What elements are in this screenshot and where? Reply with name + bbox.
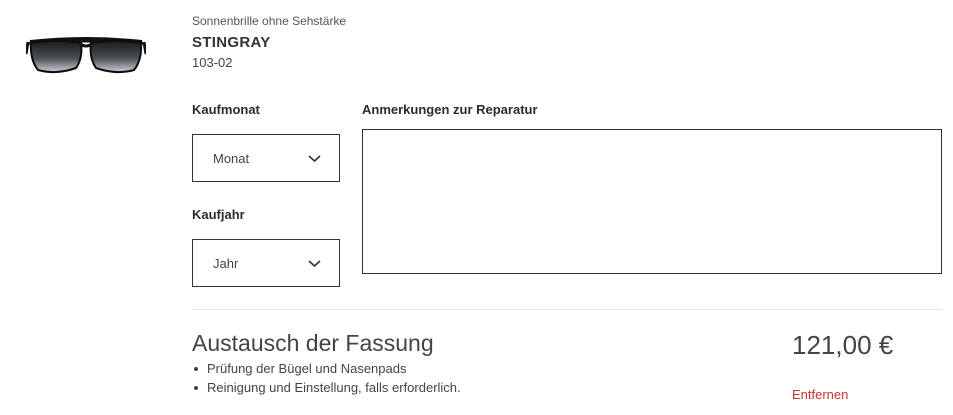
product-code: 103-02 bbox=[192, 55, 233, 70]
repair-item-card: Sonnenbrille ohne Sehstärke STINGRAY 103… bbox=[0, 0, 953, 415]
list-item: Prüfung der Bügel und Nasenpads bbox=[192, 359, 461, 378]
remove-link[interactable]: Entfernen bbox=[792, 387, 848, 402]
purchase-month-label: Kaufmonat bbox=[192, 102, 260, 117]
service-features-list: Prüfung der Bügel und Nasenpads Reinigun… bbox=[192, 359, 461, 397]
list-item: Reinigung und Einstellung, falls erforde… bbox=[192, 378, 461, 397]
service-price: 121,00 € bbox=[792, 330, 894, 360]
purchase-month-value: Monat bbox=[213, 151, 250, 166]
purchase-month-select[interactable]: Monat bbox=[192, 134, 340, 182]
divider bbox=[192, 309, 942, 310]
product-category: Sonnenbrille ohne Sehstärke bbox=[192, 14, 347, 28]
purchase-year-value: Jahr bbox=[213, 256, 239, 271]
chevron-down-icon bbox=[308, 260, 321, 268]
chevron-down-icon bbox=[308, 155, 321, 163]
purchase-year-select[interactable]: Jahr bbox=[192, 239, 340, 287]
purchase-year-label: Kaufjahr bbox=[192, 207, 245, 222]
product-image bbox=[26, 37, 146, 74]
service-title: Austausch der Fassung bbox=[192, 330, 434, 356]
repair-notes-textarea[interactable] bbox=[362, 129, 942, 274]
product-name: STINGRAY bbox=[192, 34, 271, 51]
repair-notes-label: Anmerkungen zur Reparatur bbox=[362, 102, 538, 117]
